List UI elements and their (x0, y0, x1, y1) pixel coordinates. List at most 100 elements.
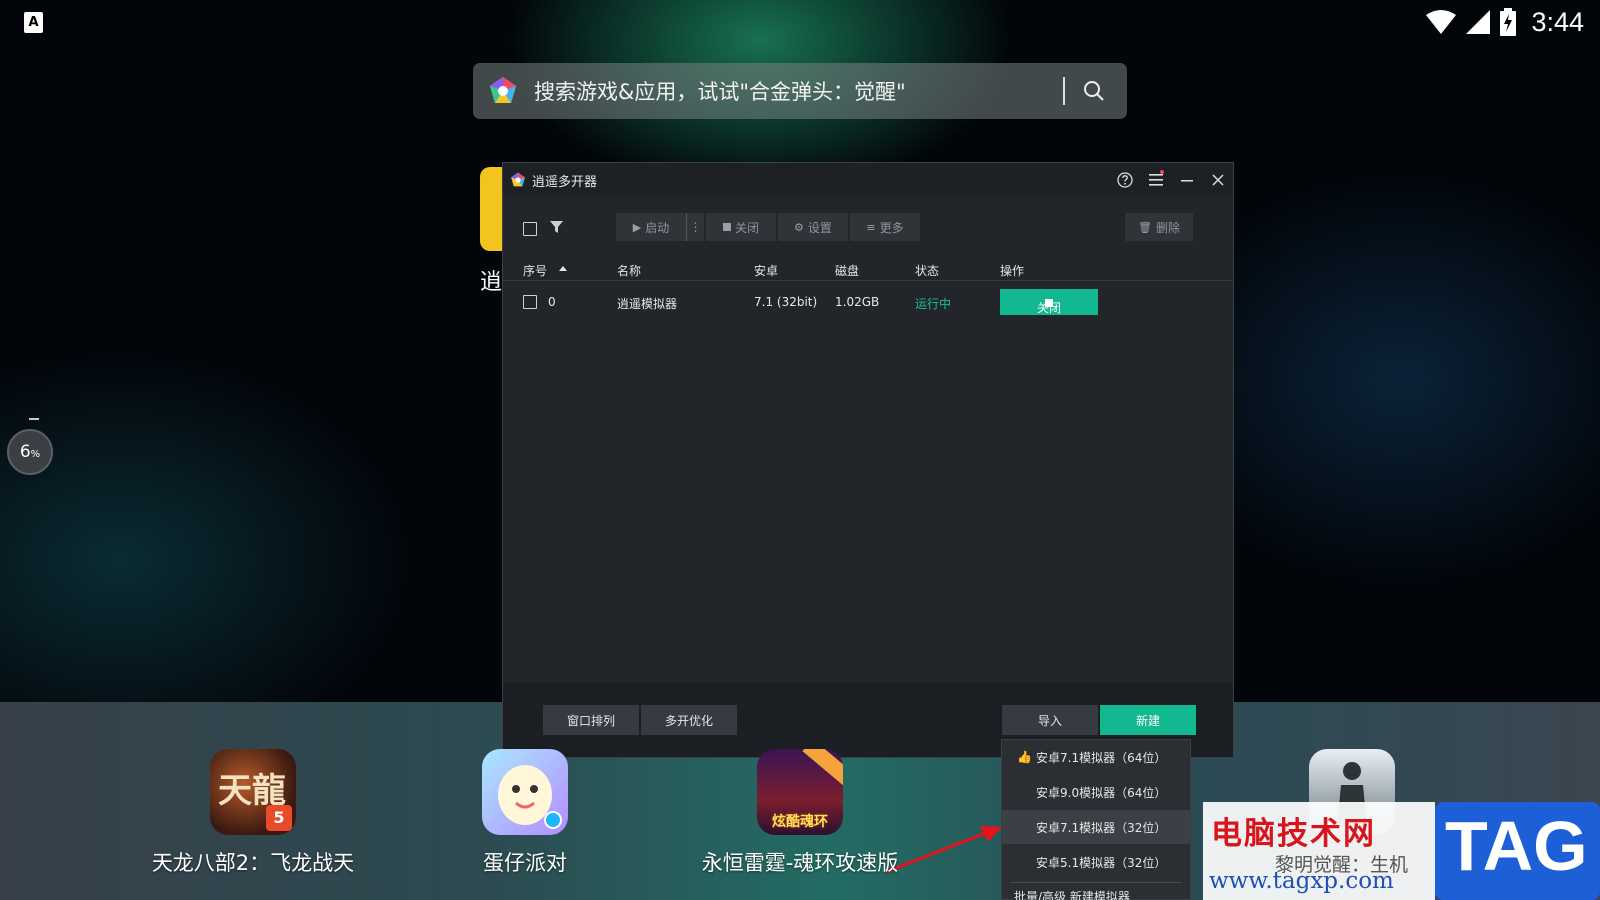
start-options-button[interactable]: ⋮ (686, 213, 704, 241)
window-title: 逍遥多开器 (532, 174, 598, 190)
delete-button[interactable]: 🗑 删除 (1125, 213, 1193, 241)
trash-icon: 🗑 (1138, 220, 1152, 234)
floating-progress-ball[interactable]: 6% (7, 429, 53, 475)
dock-app-tianlong[interactable]: 天龍 5 天龙八部2：飞龙战天 (133, 749, 373, 877)
dropdown-separator (1010, 882, 1182, 883)
minimize-button[interactable] (1171, 163, 1202, 197)
row-android: 7.1 (32bit) (754, 295, 818, 309)
yongheng-app-icon: 炫酷魂环 (757, 749, 843, 835)
col-index-header[interactable]: 序号 (523, 262, 547, 279)
promo-ribbon-icon (802, 749, 843, 788)
delete-label: 删除 (1155, 220, 1180, 235)
search-placeholder[interactable]: 搜索游戏&应用，试试"合金弹头：觉醒" (534, 76, 1063, 106)
dropdown-item-label: 安卓5.1模拟器（32位） (1036, 855, 1167, 870)
col-status-header: 状态 (915, 264, 940, 278)
dropdown-item-label: 批量/高级 新建模拟器 (1014, 890, 1130, 900)
settings-button[interactable]: ⚙ 设置 (778, 213, 848, 241)
thumbs-up-icon: 👍 (1017, 750, 1032, 764)
cell-signal-icon (1466, 10, 1491, 34)
search-divider (1063, 77, 1065, 105)
col-android-header: 安卓 (754, 264, 779, 278)
dock-app-yongheng-leiting[interactable]: 炫酷魂环 永恒雷霆-魂环攻速版 (690, 749, 910, 877)
new-instance-dropdown: 👍 安卓7.1模拟器（64位） 安卓9.0模拟器（64位） 安卓7.1模拟器（3… (1001, 739, 1191, 900)
help-button[interactable] (1109, 163, 1140, 197)
app-search-bar[interactable]: 搜索游戏&应用，试试"合金弹头：觉醒" (473, 63, 1127, 119)
dropdown-item-android51-32[interactable]: 安卓5.1模拟器（32位） (1002, 845, 1190, 879)
app-logo-icon (511, 172, 525, 187)
dock-app-label: 天龙八部2：飞龙战天 (151, 851, 355, 875)
dock-app-eggy-party[interactable]: 蛋仔派对 (455, 749, 595, 877)
more-label: 更多 (879, 220, 904, 235)
row-checkbox[interactable] (523, 295, 537, 309)
stop-label: 关闭 (734, 220, 759, 235)
site-watermark: 电脑技术网 黎明觉醒：生机 www.tagxp.com TAG (1203, 802, 1600, 900)
window-titlebar[interactable]: 逍遥多开器 (503, 163, 1233, 197)
dropdown-item-android90-64[interactable]: 安卓9.0模拟器（64位） (1002, 775, 1190, 809)
row-status: 运行中 (915, 297, 952, 311)
row-stop-label: 关闭 (1036, 301, 1061, 315)
minimize-icon (1180, 180, 1193, 182)
settings-label: 设置 (807, 220, 832, 235)
dropdown-item-android71-64[interactable]: 👍 安卓7.1模拟器（64位） (1002, 740, 1190, 774)
dock-app-label: 蛋仔派对 (483, 851, 567, 875)
col-disk-header: 磁盘 (835, 264, 860, 278)
battery-charging-icon (1500, 8, 1517, 36)
row-name: 逍遥模拟器 (617, 297, 678, 311)
new-instance-button[interactable]: 新建 (1100, 705, 1196, 735)
menu-button[interactable] (1140, 163, 1171, 197)
status-icons: 3:44 (1425, 6, 1584, 38)
store-badge-icon (544, 811, 562, 829)
close-icon (1211, 174, 1224, 186)
dock-app-label: 永恒雷霆-魂环攻速版 (701, 851, 899, 875)
tianlong-badge-icon: 5 (266, 805, 292, 831)
filter-icon[interactable] (550, 221, 563, 234)
stop-icon (722, 223, 731, 231)
row-disk: 1.02GB (835, 295, 880, 309)
watermark-tag-logo: TAG (1435, 802, 1600, 900)
watermark-tag-text: TAG (1445, 807, 1588, 885)
multi-instance-manager-window: 逍遥多开器 ▶ 启动 ⋮ 关闭 ⚙ 设置 ≡ 更多 🗑 删除 序号 名称 安卓 … (502, 162, 1234, 758)
col-name-header: 名称 (617, 264, 642, 278)
stop-button[interactable]: 关闭 (706, 213, 776, 241)
progress-indicator-tick (29, 418, 39, 420)
start-button[interactable]: ▶ 启动 (616, 213, 686, 241)
tianlong-app-icon: 天龍 5 (210, 749, 296, 835)
play-icon: ▶ (632, 220, 642, 234)
menu-icon (1148, 174, 1163, 186)
desktop-app-label-partial: 逍 (480, 270, 503, 295)
help-icon (1116, 172, 1133, 188)
progress-unit: % (30, 449, 41, 460)
row-stop-button[interactable]: 关闭 (1000, 289, 1098, 315)
search-icon[interactable] (1083, 80, 1105, 102)
store-logo-icon (490, 77, 516, 103)
watermark-text-panel: 电脑技术网 黎明觉醒：生机 www.tagxp.com (1203, 802, 1435, 900)
status-bar: A 3:44 (0, 0, 1600, 44)
close-window-button[interactable] (1202, 163, 1233, 197)
more-button[interactable]: ≡ 更多 (850, 213, 920, 241)
dropdown-item-batch-advanced[interactable]: 批量/高级 新建模拟器 (1002, 884, 1190, 900)
dropdown-item-label: 安卓7.1模拟器（64位） (1036, 750, 1167, 765)
dropdown-item-android71-32[interactable]: 安卓7.1模拟器（32位） (1002, 810, 1190, 844)
import-button[interactable]: 导入 (1002, 705, 1098, 735)
sort-ascending-icon[interactable] (559, 266, 567, 271)
arrange-windows-button[interactable]: 窗口排列 (543, 705, 639, 735)
table-header: 序号 名称 安卓 磁盘 状态 操作 (503, 257, 1233, 281)
progress-value: 6 (19, 442, 31, 462)
start-options-dots: ⋮ (689, 220, 702, 234)
multi-open-optimize-button[interactable]: 多开优化 (641, 705, 737, 735)
eggy-party-app-icon (482, 749, 568, 835)
gear-icon: ⚙ (794, 220, 804, 234)
table-row[interactable]: 0 逍遥模拟器 7.1 (32bit) 1.02GB 运行中 关闭 (503, 285, 1233, 319)
notification-icon: A (24, 12, 43, 33)
col-action-header: 操作 (1000, 264, 1025, 278)
watermark-url: www.tagxp.com (1209, 868, 1394, 894)
dropdown-item-label: 安卓7.1模拟器（32位） (1036, 820, 1167, 835)
select-all-checkbox[interactable] (523, 222, 537, 236)
dropdown-item-label: 安卓9.0模拟器（64位） (1036, 785, 1167, 800)
list-icon: ≡ (866, 220, 876, 234)
row-index: 0 (548, 295, 556, 309)
menu-notification-dot (1160, 170, 1164, 174)
window-controls (1109, 163, 1233, 197)
wifi-icon (1426, 10, 1457, 34)
start-label: 启动 (645, 220, 670, 235)
